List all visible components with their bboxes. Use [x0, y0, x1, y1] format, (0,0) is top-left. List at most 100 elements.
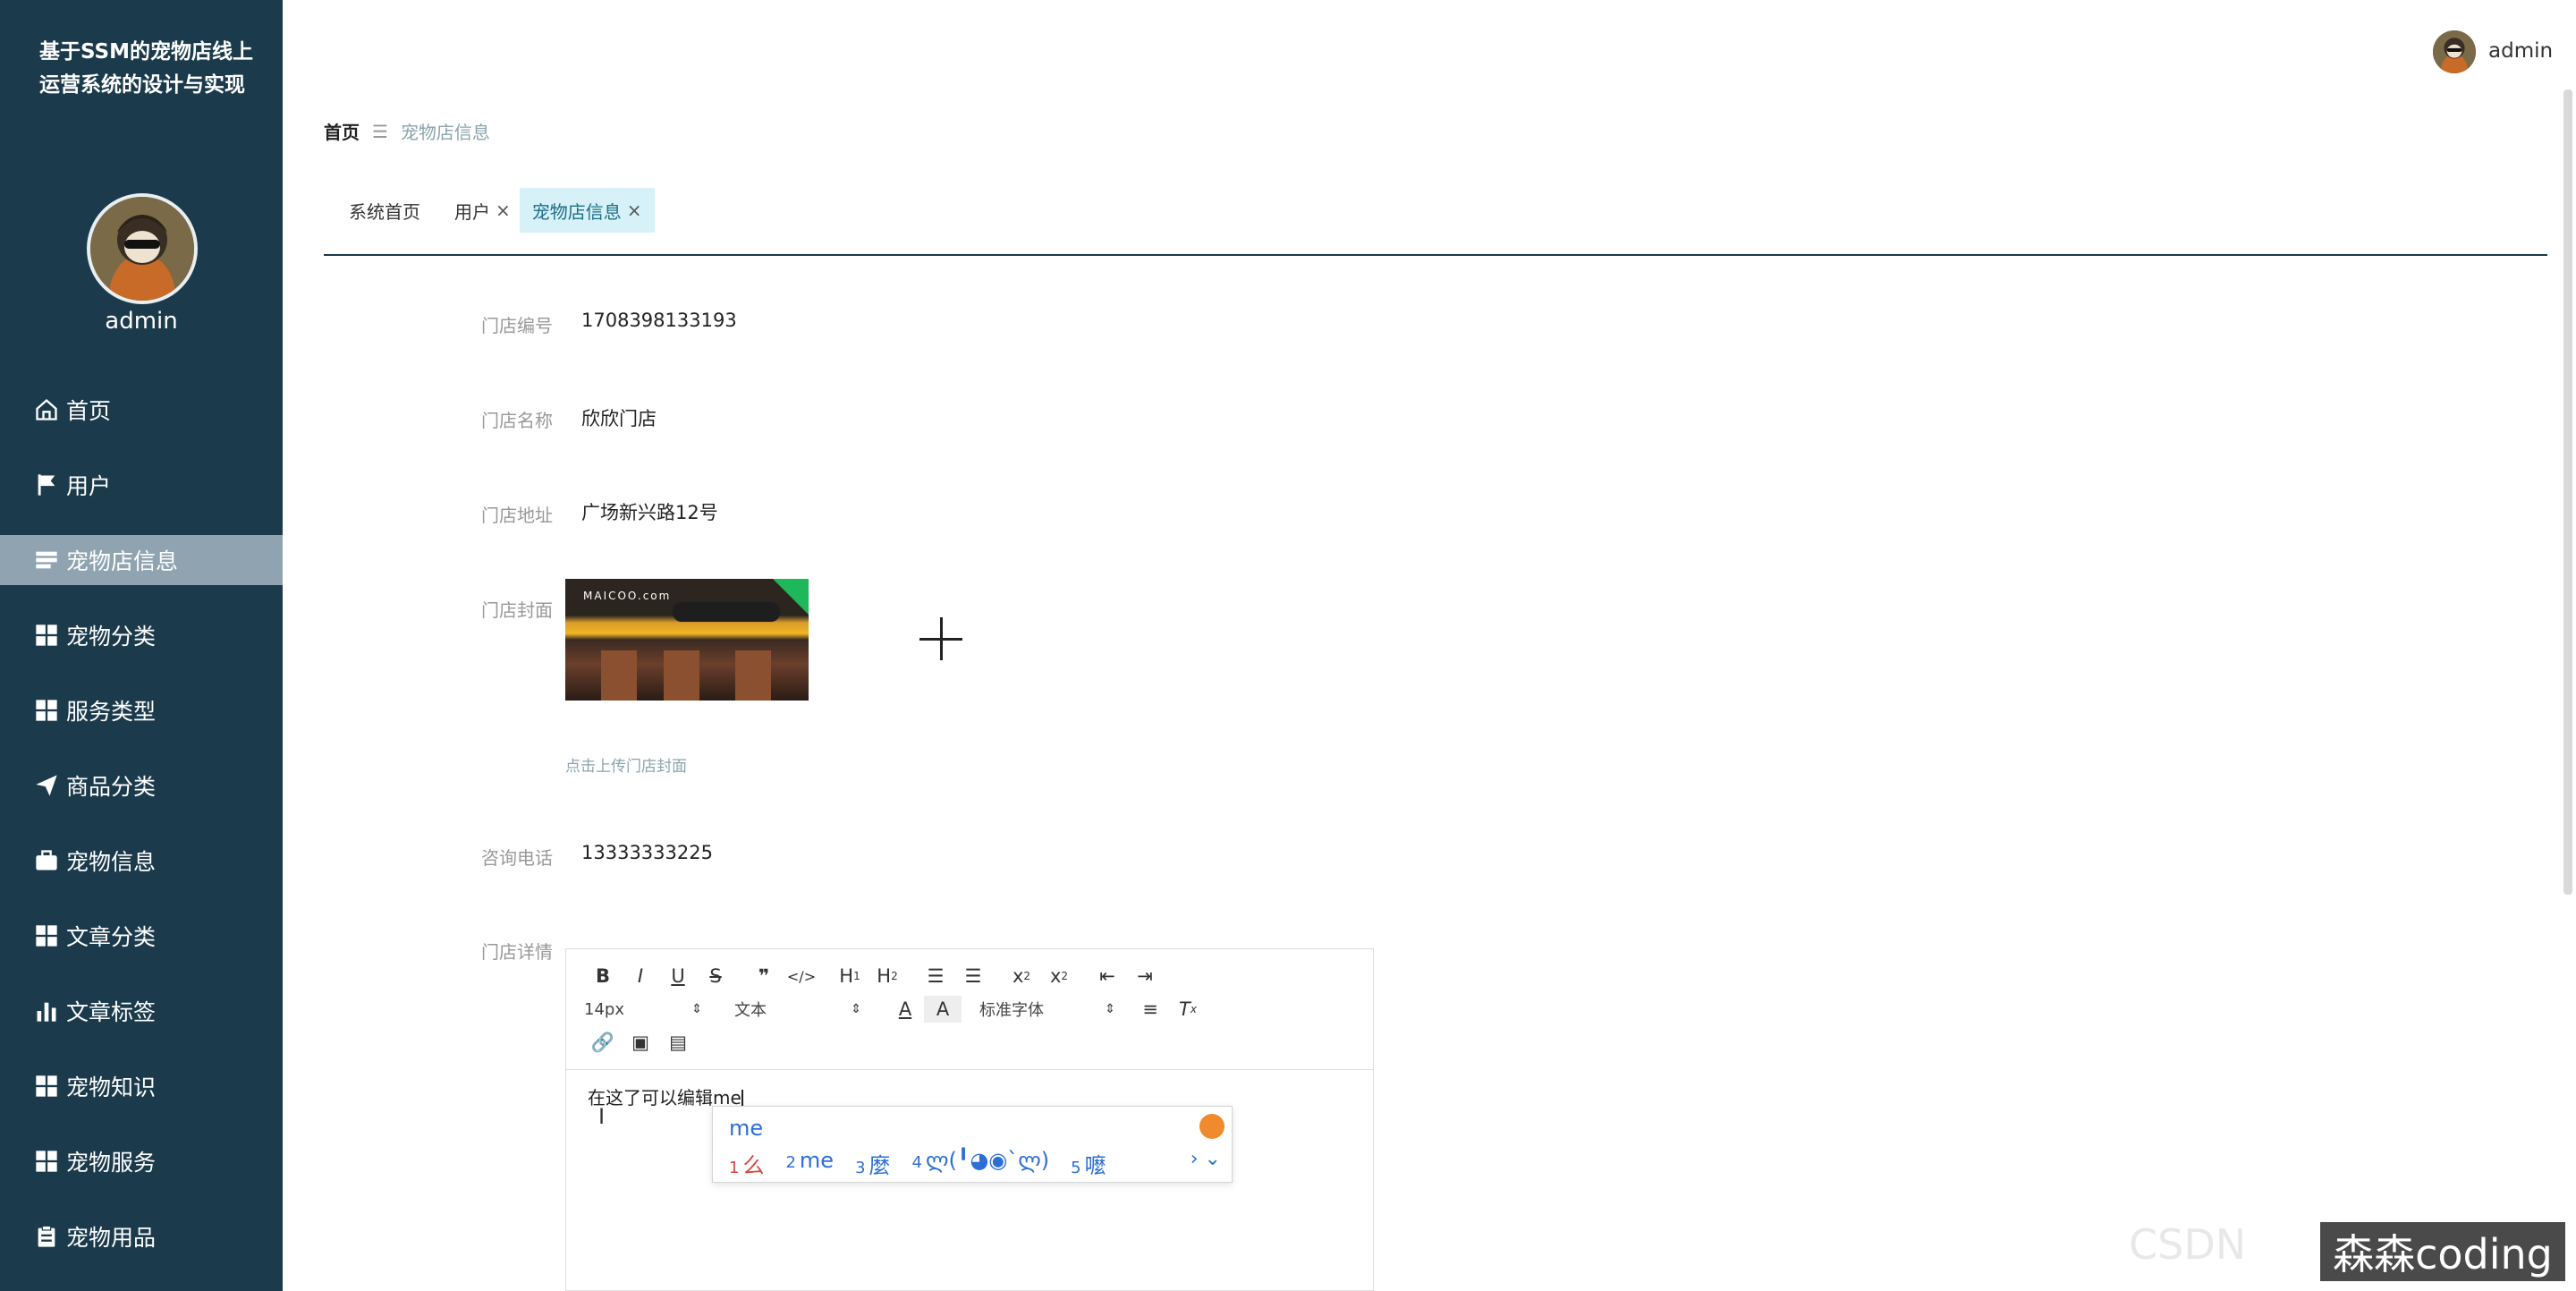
editor-toolbar: B I U S ❞ </> H1 H2 ☰ ☰ x2 x2 ⇤ ⇥ 14px ⇕ …: [566, 949, 1373, 1070]
link-icon[interactable]: 🔗: [584, 1029, 622, 1056]
sidebar-item-article-category[interactable]: 文章分类: [0, 898, 283, 973]
ime-candidate[interactable]: 4 ლ(╹◕◉`ლ): [912, 1148, 1050, 1179]
paper-plane-icon: [32, 771, 61, 800]
breadcrumb-home[interactable]: 首页: [324, 118, 360, 144]
sidebar-item-label: 宠物用品: [66, 1225, 157, 1251]
phone-label: 咨询电话: [481, 847, 553, 869]
sidebar-item-label: 宠物服务: [66, 1150, 157, 1176]
topbar-username[interactable]: admin: [2488, 39, 2553, 63]
sidebar-item-pet-supplies[interactable]: 宠物用品: [0, 1199, 283, 1274]
menu-icon: ☰: [372, 120, 388, 142]
grid-icon: [32, 922, 61, 950]
sidebar-item-label: 宠物信息: [66, 849, 157, 875]
tab-label: 系统首页: [349, 200, 420, 223]
video-icon[interactable]: ▤: [659, 1029, 697, 1056]
indent-button[interactable]: ⇥: [1126, 963, 1164, 989]
strike-button[interactable]: S: [697, 963, 734, 989]
tab-users[interactable]: 用户 ×: [445, 188, 520, 233]
background-color-button[interactable]: A: [924, 996, 962, 1023]
clear-format-button[interactable]: Tx: [1169, 996, 1207, 1023]
breadcrumb: 首页 ☰ 宠物店信息: [324, 118, 490, 144]
list-icon: [32, 546, 61, 574]
sidebar-item-article-tags[interactable]: 文章标签: [0, 973, 283, 1049]
image-icon[interactable]: ▣: [622, 1029, 659, 1056]
tabs-divider: [324, 254, 2547, 256]
sidebar-item-home[interactable]: 首页: [0, 372, 283, 447]
blockquote-button[interactable]: ❞: [745, 963, 783, 989]
app-title: 基于SSM的宠物店线上运营系统的设计与实现: [39, 40, 253, 97]
select-arrow-icon: ⇕: [851, 1002, 861, 1016]
ime-candidate[interactable]: 1么: [729, 1148, 764, 1179]
ime-candidate[interactable]: 3麼: [855, 1148, 890, 1179]
topbar-avatar[interactable]: [2433, 30, 2476, 73]
cover-label: 门店封面: [481, 599, 553, 621]
store-cover-image[interactable]: MAICOO.com: [565, 579, 809, 701]
sidebar-item-label: 用户: [66, 473, 112, 499]
subscript-button[interactable]: x2: [1003, 963, 1040, 989]
sidebar: 基于SSM的宠物店线上运营系统的设计与实现 admin 首页 用户 宠物店信息 …: [0, 0, 283, 1291]
ime-input-text: me: [729, 1116, 764, 1141]
sidebar-item-pet-store-info[interactable]: 宠物店信息: [0, 535, 283, 585]
ime-next-page-icon[interactable]: › ⌄: [1191, 1148, 1221, 1170]
sidebar-item-pet-info[interactable]: 宠物信息: [0, 823, 283, 898]
align-button[interactable]: ≡: [1131, 996, 1169, 1023]
flag-icon: [32, 471, 61, 499]
sidebar-item-label: 宠物店信息: [66, 548, 179, 574]
sidebar-item-label: 宠物知识: [66, 1074, 157, 1100]
sidebar-item-users[interactable]: 用户: [0, 447, 283, 522]
underline-button[interactable]: U: [659, 963, 697, 989]
bar-chart-icon: [32, 997, 61, 1025]
ime-candidate[interactable]: 2 me: [785, 1148, 834, 1179]
tab-pet-store-info[interactable]: 宠物店信息 ×: [519, 188, 655, 233]
superscript-button[interactable]: x2: [1040, 963, 1078, 989]
upload-plus-icon[interactable]: [919, 617, 962, 660]
ime-candidate-window[interactable]: me 1么 2 me 3麼 4 ლ(╹◕◉`ლ) 5嚒 › ⌄: [712, 1106, 1233, 1183]
grid-icon: [32, 1147, 61, 1176]
ime-candidates: 1么 2 me 3麼 4 ლ(╹◕◉`ლ) 5嚒: [729, 1148, 1106, 1179]
sidebar-username: admin: [105, 308, 178, 335]
bullet-list-button[interactable]: ☰: [954, 963, 992, 989]
detail-label: 门店详情: [481, 941, 553, 963]
heading2-button[interactable]: H2: [869, 963, 906, 989]
close-icon[interactable]: ×: [627, 200, 642, 221]
tab-system-home[interactable]: 系统首页: [324, 188, 445, 233]
sidebar-item-goods-category[interactable]: 商品分类: [0, 748, 283, 823]
store-no-value: 1708398133193: [581, 310, 737, 331]
font-size-select[interactable]: 14px ⇕: [584, 1000, 709, 1019]
ime-logo-icon: [1199, 1114, 1224, 1139]
store-no-label: 门店编号: [481, 315, 553, 336]
phone-value: 13333333225: [581, 842, 713, 863]
close-icon[interactable]: ×: [496, 200, 511, 221]
font-family-value: 标准字体: [979, 1001, 1044, 1020]
tab-bar: 系统首页 用户 × 宠物店信息 ×: [324, 188, 655, 233]
sidebar-item-pet-category[interactable]: 宠物分类: [0, 598, 283, 673]
sidebar-menu: 首页 用户 宠物店信息 宠物分类 服务类型 商品分类 宠物信息 文章分类 文章标…: [0, 372, 283, 1274]
italic-button[interactable]: I: [622, 963, 659, 989]
sidebar-item-label: 首页: [66, 398, 112, 424]
heading1-button[interactable]: H1: [831, 963, 869, 989]
page-scrollbar[interactable]: [2563, 89, 2572, 895]
code-block-button[interactable]: </>: [783, 963, 820, 989]
font-color-button[interactable]: A: [886, 996, 924, 1023]
watermark-faint: CSDN: [2129, 1220, 2247, 1269]
home-icon: [32, 395, 61, 424]
store-name-label: 门店名称: [481, 410, 553, 431]
bold-button[interactable]: B: [584, 963, 622, 989]
avatar[interactable]: [87, 193, 198, 304]
select-arrow-icon: ⇕: [1105, 1002, 1115, 1016]
ime-candidate[interactable]: 5嚒: [1071, 1148, 1106, 1179]
store-address-label: 门店地址: [481, 505, 553, 526]
cover-upload-tip[interactable]: 点击上传门店封面: [565, 753, 687, 776]
outdent-button[interactable]: ⇤: [1089, 963, 1126, 989]
sidebar-item-pet-knowledge[interactable]: 宠物知识: [0, 1049, 283, 1124]
sidebar-item-pet-service[interactable]: 宠物服务: [0, 1124, 283, 1199]
ordered-list-button[interactable]: ☰: [917, 963, 954, 989]
sidebar-item-label: 服务类型: [66, 699, 157, 725]
grid-icon: [32, 621, 61, 650]
sidebar-item-service-type[interactable]: 服务类型: [0, 673, 283, 748]
grid-icon: [32, 1072, 61, 1100]
block-type-select[interactable]: 文本 ⇕: [734, 998, 869, 1021]
sidebar-item-label: 商品分类: [66, 774, 157, 800]
font-family-select[interactable]: 标准字体 ⇕: [979, 998, 1123, 1021]
store-address-value: 广场新兴路12号: [581, 502, 718, 523]
